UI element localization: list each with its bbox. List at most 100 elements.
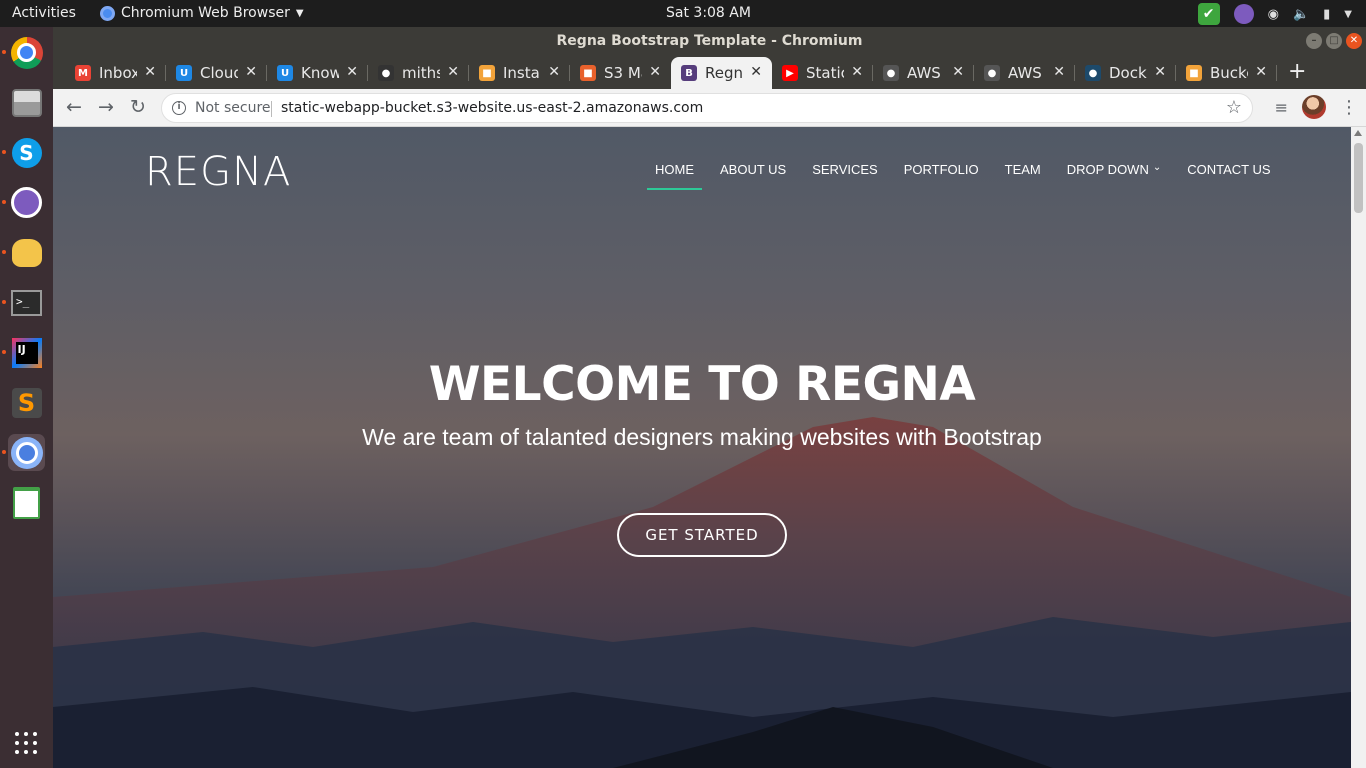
tab-2[interactable]: U Know ✕	[267, 57, 368, 89]
files-icon[interactable]	[8, 84, 45, 121]
tab-title: AWS	[1008, 64, 1042, 82]
close-tab-icon[interactable]: ✕	[144, 64, 156, 80]
close-tab-icon[interactable]: ✕	[447, 64, 459, 80]
dock: S >_ IJ S	[0, 27, 53, 768]
url-text[interactable]: static-webapp-bucket.s3-website.us-east-…	[281, 100, 703, 116]
viber-tray-icon[interactable]	[1233, 4, 1254, 24]
media-queue-icon[interactable]: ≡	[1275, 98, 1288, 117]
gimp-icon[interactable]	[8, 234, 45, 271]
github-icon: ●	[378, 65, 394, 81]
site-logo[interactable]: REGNA	[145, 149, 291, 195]
skype-icon[interactable]: S	[8, 134, 45, 171]
maximize-icon[interactable]: □	[1326, 33, 1342, 49]
tab-5[interactable]: ■ S3 Ma ✕	[570, 57, 671, 89]
nav-team[interactable]: TEAM	[997, 162, 1049, 177]
close-tab-icon[interactable]: ✕	[1255, 64, 1267, 80]
scroll-thumb[interactable]	[1354, 143, 1363, 213]
chevron-down-icon: ▼	[295, 7, 304, 19]
tab-9[interactable]: ● AWS ✕	[974, 57, 1075, 89]
tab-title: miths	[402, 64, 440, 82]
page-scrollbar[interactable]	[1351, 127, 1366, 768]
nav-drop-down[interactable]: DROP DOWN ⌄	[1059, 162, 1162, 177]
globe-icon: ●	[984, 65, 1000, 81]
window-titlebar[interactable]: Regna Bootstrap Template - Chromium – □ …	[53, 27, 1366, 55]
page-viewport: REGNA HOME ABOUT US SERVICES PORTFOLIO T…	[53, 127, 1351, 768]
security-label[interactable]: Not secure	[195, 100, 271, 116]
hero-title: WELCOME TO REGNA	[428, 357, 976, 412]
tab-title: Bucke	[1210, 64, 1248, 82]
tab-0[interactable]: M Inbox ✕	[65, 57, 166, 89]
reload-icon[interactable]: ↻	[127, 96, 149, 118]
tab-strip: + M Inbox ✕ U Cloud ✕ U Know ✕ ● miths ✕ ■ Instar ✕ ■ S3…	[53, 55, 1366, 89]
kebab-menu-icon[interactable]: ⋮	[1340, 97, 1358, 118]
profile-avatar[interactable]	[1302, 95, 1326, 119]
app-menu[interactable]: Chromium Web Browser ▼	[100, 5, 304, 21]
bookmark-star-icon[interactable]: ☆	[1226, 97, 1242, 118]
terminal-icon[interactable]: >_	[8, 284, 45, 321]
info-icon[interactable]: i	[172, 101, 186, 115]
chevron-down-icon: ⌄	[1152, 162, 1162, 173]
tab-4[interactable]: ■ Instar ✕	[469, 57, 570, 89]
tab-10[interactable]: ● Dock ✕	[1075, 57, 1176, 89]
tab-11[interactable]: ■ Bucke ✕	[1176, 57, 1277, 89]
nav-drop-down-label[interactable]: DROP DOWN	[1059, 162, 1149, 177]
viber-icon[interactable]	[8, 184, 45, 221]
close-tab-icon[interactable]: ✕	[346, 64, 358, 80]
close-tab-icon[interactable]: ✕	[952, 64, 964, 80]
tab-separator	[1276, 65, 1277, 81]
show-applications-icon[interactable]	[15, 732, 37, 754]
get-started-button[interactable]: GET STARTED	[617, 513, 787, 557]
chrome-icon[interactable]	[8, 34, 45, 71]
tab-8[interactable]: ● AWS ✕	[873, 57, 974, 89]
calc-icon[interactable]	[8, 484, 45, 521]
running-indicator	[2, 350, 6, 354]
tab-1[interactable]: U Cloud ✕	[166, 57, 267, 89]
system-menu-chevron-icon[interactable]: ▼	[1344, 9, 1352, 20]
activities-button[interactable]: Activities	[12, 5, 76, 21]
volume-icon[interactable]: 🔈	[1293, 7, 1309, 22]
globe-icon: ●	[883, 65, 899, 81]
tab-title: Know	[301, 64, 339, 82]
tab-3[interactable]: ● miths ✕	[368, 57, 469, 89]
nav-home[interactable]: HOME	[647, 162, 702, 190]
close-tab-icon[interactable]: ✕	[1154, 64, 1166, 80]
close-tab-icon[interactable]: ✕	[750, 64, 762, 80]
aws-s3-icon: ■	[580, 65, 596, 81]
tab-title: S3 Ma	[604, 64, 642, 82]
battery-icon[interactable]: ▮	[1323, 7, 1330, 22]
intellij-icon[interactable]: IJ	[8, 334, 45, 371]
tab-7[interactable]: ▶ Static ✕	[772, 57, 873, 89]
update-check-icon[interactable]: ✔	[1197, 3, 1220, 25]
clock[interactable]: Sat 3:08 AM	[666, 5, 751, 21]
nav-services[interactable]: SERVICES	[804, 162, 886, 177]
tab-title: Instar	[503, 64, 541, 82]
system-tray[interactable]: ✔ ◉ 🔈 ▮ ▼	[1197, 3, 1352, 25]
back-icon[interactable]: ←	[63, 96, 85, 118]
aws-box-icon: ■	[479, 65, 495, 81]
chromium-icon[interactable]	[8, 434, 45, 471]
close-tab-icon[interactable]: ✕	[548, 64, 560, 80]
scroll-up-icon[interactable]	[1354, 130, 1362, 136]
close-tab-icon[interactable]: ✕	[245, 64, 257, 80]
close-window-icon[interactable]: ✕	[1346, 33, 1362, 49]
hero-subtitle: We are team of talanted designers making…	[362, 424, 1042, 450]
nav-portfolio[interactable]: PORTFOLIO	[896, 162, 987, 177]
close-tab-icon[interactable]: ✕	[649, 64, 661, 80]
site-nav: HOME ABOUT US SERVICES PORTFOLIO TEAM DR…	[647, 162, 1279, 190]
minimize-icon[interactable]: –	[1306, 33, 1322, 49]
running-indicator	[2, 250, 6, 254]
wifi-icon[interactable]: ◉	[1268, 7, 1279, 22]
running-indicator	[2, 200, 6, 204]
nav-contact-us[interactable]: CONTACT US	[1179, 162, 1278, 177]
close-tab-icon[interactable]: ✕	[1053, 64, 1065, 80]
nav-about-us[interactable]: ABOUT US	[712, 162, 794, 177]
new-tab-icon[interactable]: +	[1288, 59, 1306, 84]
tab-title: AWS	[907, 64, 941, 82]
sublime-icon[interactable]: S	[8, 384, 45, 421]
window-title: Regna Bootstrap Template - Chromium	[556, 33, 863, 49]
forward-icon[interactable]: →	[95, 96, 117, 118]
address-bar[interactable]: i Not secure static-webapp-bucket.s3-web…	[161, 93, 1253, 123]
aws-box-icon: ■	[1186, 65, 1202, 81]
tab-6[interactable]: B Regn ✕	[671, 57, 772, 89]
close-tab-icon[interactable]: ✕	[851, 64, 863, 80]
